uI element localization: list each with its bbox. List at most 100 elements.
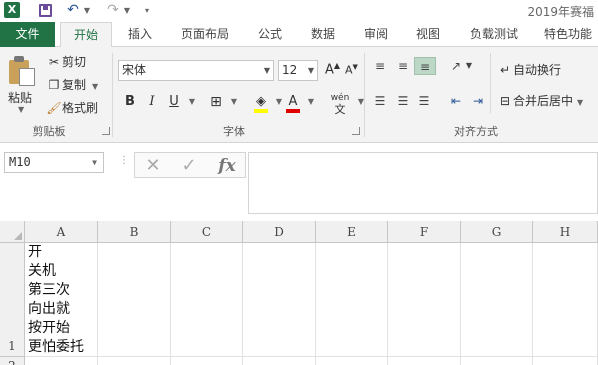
brush-icon: 🖌 [46,101,62,115]
cell-a1[interactable]: 开 关机 第三次 向出就 按开始 更怕委托 [25,243,98,357]
scissors-icon: ✂ [48,55,60,69]
font-size-select[interactable]: 12 ▼ [278,60,318,81]
italic-button[interactable]: I [143,92,161,112]
increase-font-size-button[interactable]: A▲ [325,61,340,77]
orientation-icon[interactable]: ↗ [446,57,466,75]
redo-icon[interactable]: ↷ [104,2,122,19]
cut-button[interactable]: ✂ 剪切 [46,53,86,71]
tab-review[interactable]: 审阅 [356,22,396,47]
bold-button[interactable]: B [121,92,139,112]
splitter-handle[interactable]: ⋮ [119,155,129,166]
cut-label: 剪切 [62,55,87,69]
phonetic-dropdown-icon[interactable]: ▼ [352,92,370,112]
column-header-f[interactable]: F [388,221,461,243]
cell-e1[interactable] [316,243,388,357]
merge-center-button[interactable]: ⊟ 合并后居中 ▼ [497,92,583,110]
formula-input[interactable] [248,152,598,214]
font-color-button[interactable]: A [284,92,302,113]
clipboard-launcher-icon[interactable] [102,127,110,135]
bottom-align-icon[interactable]: ≡ [414,57,436,75]
redo-dropdown-icon[interactable]: ▼ [122,2,132,19]
format-painter-button[interactable]: 🖌格式刷 [46,99,98,117]
select-all-button[interactable] [0,221,25,243]
copy-dropdown-icon[interactable]: ▼ [92,82,98,91]
font-launcher-icon[interactable] [352,127,360,135]
cell-e2[interactable] [316,357,388,365]
cell-b1[interactable] [98,243,171,357]
excel-icon[interactable]: X [4,2,20,18]
tab-home[interactable]: 开始 [60,22,112,48]
fill-color-swatch [254,109,268,113]
row-header-1[interactable]: 1 [0,243,25,357]
wrap-text-button[interactable]: ↵ 自动换行 [497,61,561,79]
cancel-icon[interactable]: ✕ [139,155,167,177]
copy-label: 复制 [62,78,87,92]
column-header-d[interactable]: D [243,221,316,243]
shrink-font-label: A [345,63,353,77]
phonetic-button[interactable]: wén 文 [326,92,354,116]
paste-dropdown-icon[interactable]: ▼ [18,105,24,114]
undo-dropdown-icon[interactable]: ▼ [82,2,92,19]
paste-button[interactable]: 粘贴 [8,89,32,106]
underline-button[interactable]: U [165,92,183,112]
tab-insert[interactable]: 插入 [118,22,162,47]
font-color-dropdown-icon[interactable]: ▼ [302,92,320,112]
column-header-a[interactable]: A [25,221,98,243]
cell-f2[interactable] [388,357,461,365]
worksheet-grid: A B C D E F G H 1 2 开 关机 第三次 向出就 按开始 更怕委… [0,221,598,365]
font-name-select[interactable]: 宋体 ▼ [118,60,274,81]
decrease-indent-icon[interactable]: ⇤ [446,92,466,110]
tab-special-features[interactable]: 特色功能 [538,22,598,47]
format-painter-label: 格式刷 [62,101,99,115]
tab-view[interactable]: 视图 [408,22,448,47]
cell-d1[interactable] [243,243,316,357]
enter-icon[interactable]: ✓ [175,155,203,177]
insert-function-icon[interactable]: fx [213,155,241,177]
copy-button[interactable]: ❐ 复制 ▼ [46,76,99,94]
cell-d2[interactable] [243,357,316,365]
cell-b2[interactable] [98,357,171,365]
orientation-dropdown-icon[interactable]: ▼ [464,57,474,75]
cell-c2[interactable] [171,357,243,365]
cell-h1[interactable] [533,243,598,357]
formula-bar: M10 ▼ ⋮ ✕ ✓ fx [0,143,598,214]
column-header-e[interactable]: E [316,221,388,243]
fill-color-button[interactable]: ◈ [252,92,270,113]
cell-a2[interactable] [25,357,98,365]
tab-data[interactable]: 数据 [303,22,343,47]
save-icon[interactable] [36,2,54,19]
merge-dropdown-icon[interactable]: ▼ [577,98,583,107]
cell-h2[interactable] [533,357,598,365]
row-header-2[interactable]: 2 [0,357,25,365]
middle-align-icon[interactable]: ≡ [393,57,413,75]
merge-center-icon: ⊟ [499,94,511,108]
ribbon-tabs: 文件 开始 插入 页面布局 公式 数据 审阅 视图 负载测试 特色功能 [0,22,598,48]
align-left-icon[interactable]: ☰ [370,92,390,110]
top-align-icon[interactable]: ≡ [370,57,390,75]
borders-icon[interactable]: ⊞ [207,92,225,112]
cell-g2[interactable] [461,357,533,365]
cell-g1[interactable] [461,243,533,357]
column-header-g[interactable]: G [461,221,533,243]
borders-dropdown-icon[interactable]: ▼ [225,92,243,112]
tab-load-test[interactable]: 负载测试 [462,22,526,47]
wrap-text-label: 自动换行 [513,63,562,77]
tab-formulas[interactable]: 公式 [250,22,290,47]
paste-icon[interactable] [9,56,37,86]
chevron-down-icon: ▼ [92,158,97,167]
align-center-icon[interactable]: ☰ [393,92,413,110]
increase-indent-icon[interactable]: ⇥ [468,92,488,110]
underline-dropdown-icon[interactable]: ▼ [183,92,201,112]
cell-f1[interactable] [388,243,461,357]
customize-icon[interactable]: ▾ [142,2,152,19]
undo-icon[interactable]: ↶ [64,2,82,19]
tab-page-layout[interactable]: 页面布局 [172,22,238,47]
cell-c1[interactable] [171,243,243,357]
tab-file[interactable]: 文件 [0,22,55,47]
column-header-b[interactable]: B [98,221,171,243]
align-right-icon[interactable]: ☰ [414,92,434,110]
column-header-h[interactable]: H [533,221,598,243]
decrease-font-size-button[interactable]: A▼ [345,63,358,77]
column-header-c[interactable]: C [171,221,243,243]
name-box[interactable]: M10 ▼ [4,152,104,173]
